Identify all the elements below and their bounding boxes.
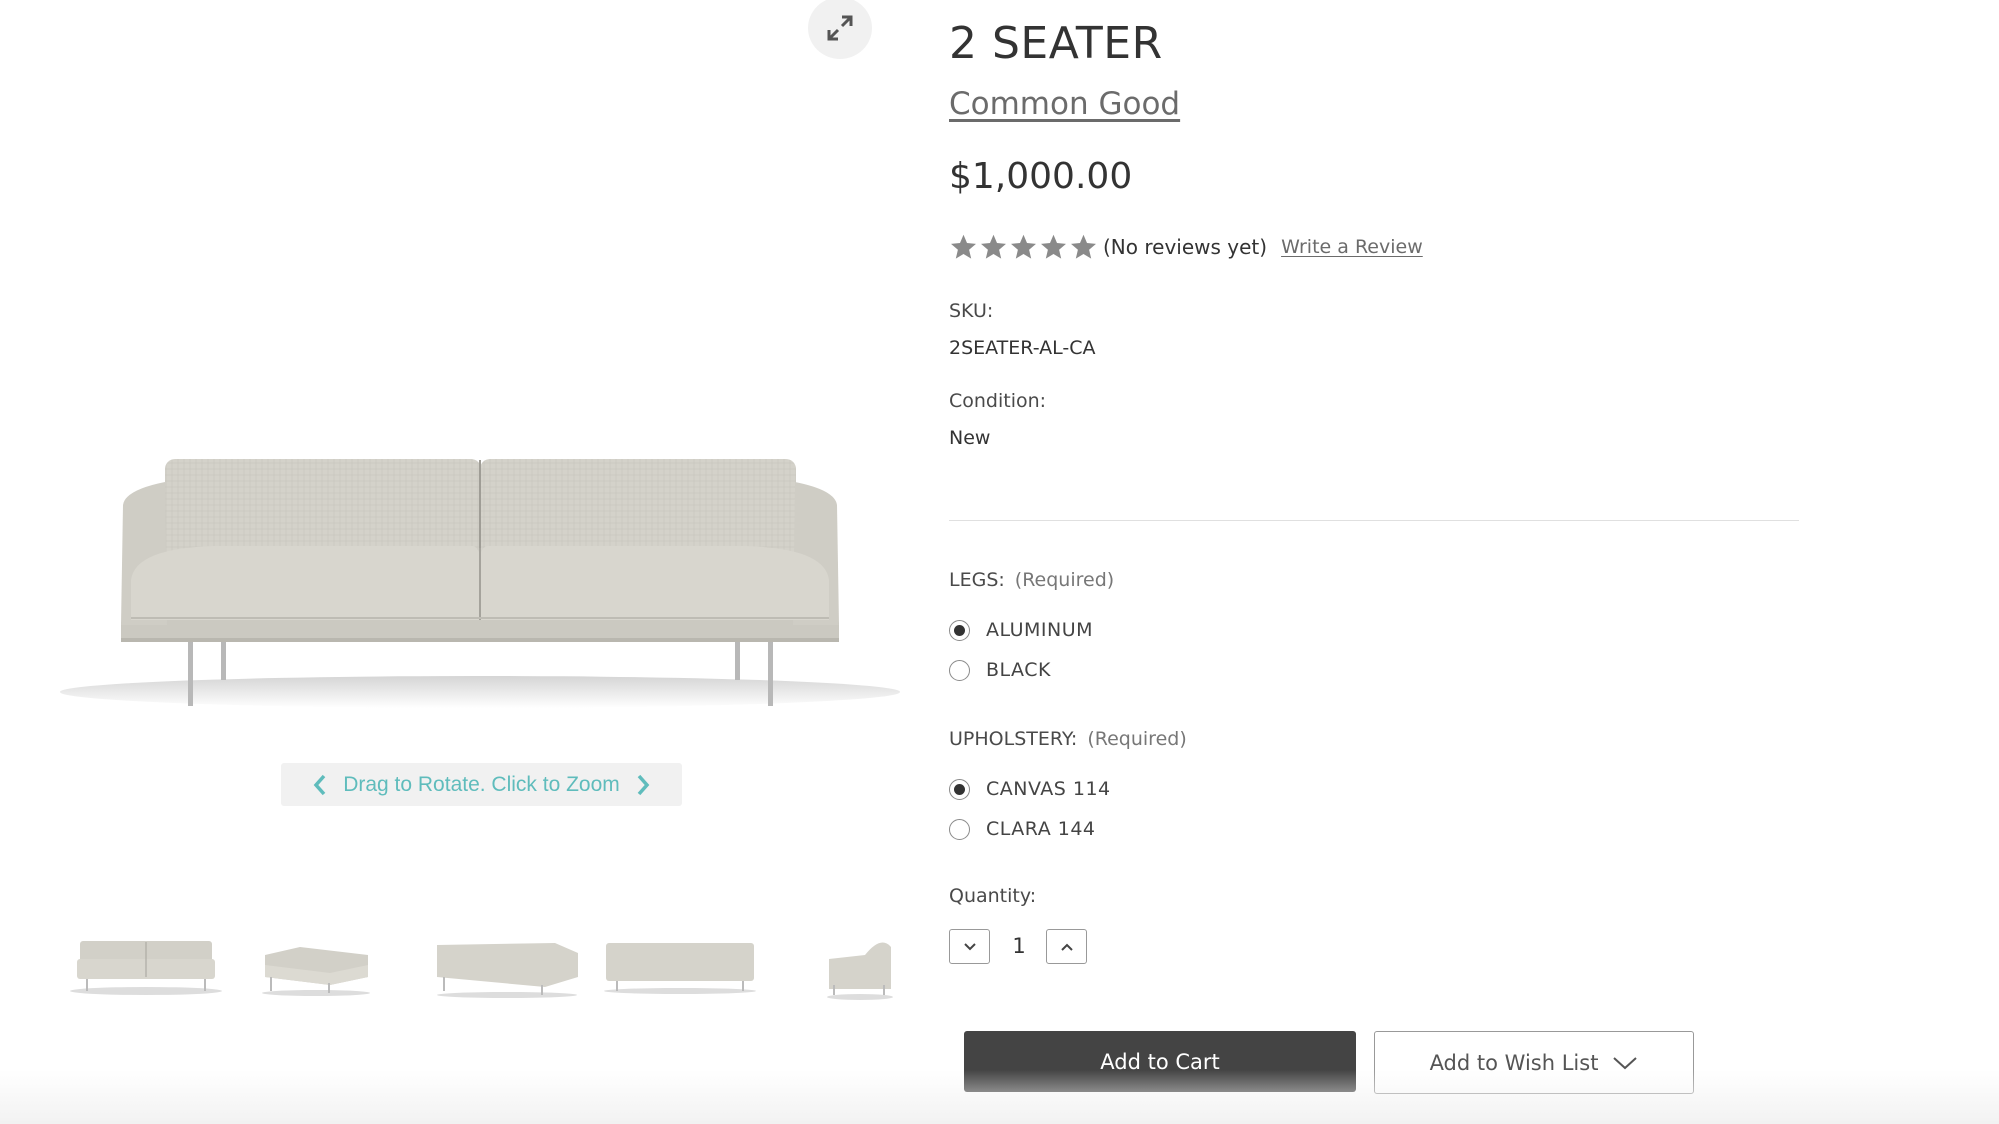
upholstery-required: (Required) bbox=[1087, 728, 1187, 750]
thumbnail-back-angle-view[interactable] bbox=[435, 925, 580, 1005]
legs-option-black-label: BLACK bbox=[986, 659, 1051, 681]
legs-required: (Required) bbox=[1014, 569, 1115, 591]
legs-option-aluminum-label: ALUMINUM bbox=[986, 619, 1094, 641]
thumbnail-side-view[interactable] bbox=[825, 925, 895, 1005]
expand-icon bbox=[827, 15, 853, 41]
product-price: $1,000.00 bbox=[949, 156, 1133, 197]
quantity-increase-button[interactable] bbox=[1046, 929, 1087, 964]
legs-option-aluminum[interactable]: ALUMINUM bbox=[949, 619, 1093, 641]
condition-value: New bbox=[949, 427, 991, 449]
upholstery-option-canvas-label: CANVAS 114 bbox=[986, 778, 1111, 800]
reviews-count: (No reviews yet) bbox=[1103, 235, 1268, 259]
add-to-cart-button[interactable]: Add to Cart bbox=[964, 1031, 1356, 1092]
star-icon bbox=[951, 234, 976, 259]
star-icon bbox=[1041, 234, 1066, 259]
radio-selected-dot bbox=[954, 624, 965, 636]
product-title: 2 SEATER bbox=[949, 18, 1163, 69]
quantity-label: Quantity: bbox=[949, 885, 1037, 907]
add-to-wish-list-label: Add to Wish List bbox=[1429, 1050, 1599, 1075]
sku-label: SKU: bbox=[949, 300, 994, 322]
radio-button[interactable] bbox=[949, 778, 970, 800]
add-to-wish-list-button[interactable]: Add to Wish List bbox=[1374, 1031, 1694, 1094]
upholstery-option-clara-label: CLARA 144 bbox=[986, 818, 1096, 840]
legs-option-black[interactable]: BLACK bbox=[949, 659, 1051, 681]
quantity-decrease-button[interactable] bbox=[949, 929, 990, 964]
star-icon bbox=[1011, 234, 1036, 259]
sku-value: 2SEATER-AL-CA bbox=[949, 337, 1096, 359]
upholstery-option-clara-144[interactable]: CLARA 144 bbox=[949, 818, 1096, 840]
chevron-up-icon bbox=[1060, 943, 1073, 951]
chevron-down-icon bbox=[963, 942, 976, 950]
thumbnail-back-view[interactable] bbox=[602, 925, 758, 1005]
expand-image-button[interactable] bbox=[808, 0, 872, 59]
star-icon bbox=[981, 234, 1006, 259]
thumbnail-angle-left-view[interactable] bbox=[260, 925, 373, 1005]
chevron-right-icon bbox=[637, 774, 650, 795]
legs-label: LEGS: bbox=[949, 569, 1005, 591]
upholstery-option-canvas-114[interactable]: CANVAS 114 bbox=[949, 778, 1111, 800]
brand-link[interactable]: Common Good bbox=[949, 86, 1180, 122]
condition-label: Condition: bbox=[949, 390, 1047, 412]
product-image-360[interactable] bbox=[55, 430, 905, 720]
upholstery-option-label: UPHOLSTERY: (Required) bbox=[949, 728, 1187, 750]
divider bbox=[949, 520, 1799, 521]
rotate-hint-text: Drag to Rotate. Click to Zoom bbox=[343, 772, 620, 796]
star-icon bbox=[1071, 234, 1096, 259]
upholstery-label: UPHOLSTERY: bbox=[949, 728, 1078, 750]
rotate-zoom-hint[interactable]: Drag to Rotate. Click to Zoom bbox=[281, 763, 682, 806]
rating-row: (No reviews yet) Write a Review bbox=[949, 233, 1423, 261]
thumbnail-front-view[interactable] bbox=[68, 925, 224, 1005]
chevron-left-icon bbox=[313, 774, 326, 795]
radio-button[interactable] bbox=[949, 818, 970, 840]
radio-selected-dot bbox=[954, 783, 965, 795]
quantity-input[interactable]: 1 bbox=[1012, 934, 1026, 958]
chevron-down-icon bbox=[1613, 1056, 1638, 1069]
write-review-link[interactable]: Write a Review bbox=[1281, 236, 1423, 258]
radio-button[interactable] bbox=[949, 659, 970, 681]
radio-button[interactable] bbox=[949, 619, 970, 641]
legs-option-label: LEGS: (Required) bbox=[949, 569, 1114, 591]
